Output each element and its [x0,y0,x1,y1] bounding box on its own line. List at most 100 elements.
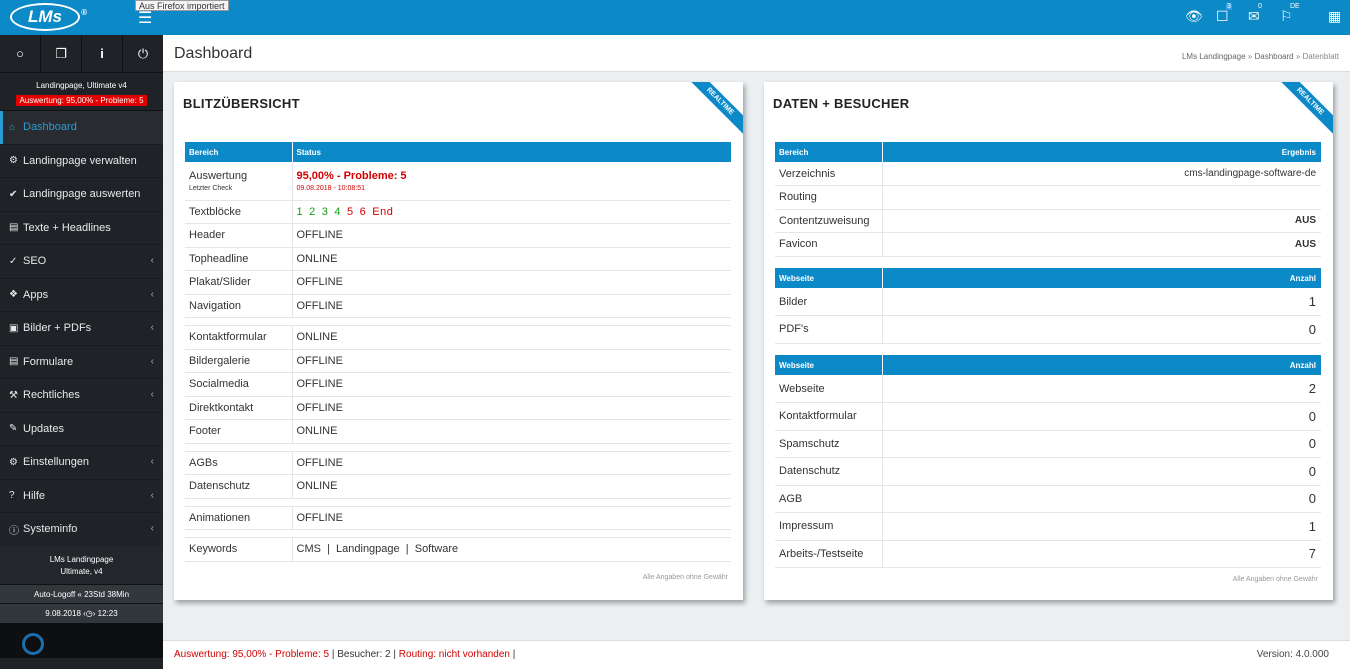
sidebar-item-bilder-pdfs[interactable]: ▣ Bilder + PDFs ‹ [0,312,163,346]
breadcrumb-dashboard[interactable]: Dashboard [1254,52,1293,61]
status-value: OFFLINE [292,270,731,295]
table-row: Footer ONLINE [185,419,731,444]
gear-icon: ⚙ [9,155,18,167]
sidebar-item-landingpage-verwalten[interactable]: ⚙ Landingpage verwalten [0,145,163,178]
table-row: Datenschutz ONLINE [185,474,731,499]
status-value: ONLINE [292,247,731,271]
chevron-left-icon: ‹ [150,322,154,333]
sidebar-item-label: Bilder + PDFs [23,322,92,335]
sidebar-item-einstellungen[interactable]: ⚙ Einstellungen ‹ [0,446,163,480]
table-row: Favicon AUS [775,232,1321,257]
clock-icon: ◷ [85,609,93,618]
sidebar-item-hilfe[interactable]: ? Hilfe ‹ [0,480,163,513]
document-icon: ▤ [9,222,19,234]
table-row: Auswertung Letzter Check 95,00% - Problem… [185,162,731,201]
footer-auswertung: Auswertung: 95,00% - Probleme: 5 [174,649,330,660]
result-value: AUS [882,232,1321,257]
status-value: ONLINE [292,419,731,444]
gears-icon: ⚙ [9,456,18,468]
chevron-left-icon: ‹ [150,389,154,400]
table-row: Bilder 1 [775,288,1321,316]
sidebar-item-formulare[interactable]: ▤ Formulare ‹ [0,346,163,379]
status-badge[interactable]: Auswertung: 95,00% - Probleme: 5 [16,95,147,106]
sidebar-item-label: Formulare [23,355,74,368]
textblock-link[interactable]: 4 [334,206,341,218]
column-header: Status [296,147,321,157]
sidebar-item-label: Landingpage auswerten [23,188,141,201]
version-label: Version: 4.0.000 [1256,649,1329,660]
footer-routing: Routing: nicht vorhanden [398,649,510,660]
wrench-icon: ✎ [9,423,18,435]
result-value: 0 [882,315,1321,344]
sidebar-item-label: Apps [23,288,49,301]
product-name: LMs Landingpage [49,555,114,564]
result-value: 0 [882,430,1321,458]
sidebar-item-label: Systeminfo [23,523,78,536]
blitzuebersicht-panel: BLITZÜBERSICHT REALTIME Bereich Status Au… [174,82,743,600]
disclaimer: Alle Angaben ohne Gewähr [1232,576,1318,583]
sidebar-item-label: Updates [23,422,64,435]
table-row: Socialmedia OFFLINE [185,372,731,397]
result-value: 0 [882,485,1321,513]
sidebar-item-seo[interactable]: ✓ SEO ‹ [0,245,163,279]
result-value: 0 [882,457,1321,486]
sidebar-item-label: Einstellungen [23,456,90,469]
brand-emblem [0,623,163,658]
power-icon[interactable]: ⏻ [123,35,163,72]
sidebar-item-updates[interactable]: ✎ Updates [0,413,163,446]
textblock-link[interactable]: 3 [322,206,329,218]
result-value: 7 [882,540,1321,568]
sidebar-item-rechtliches[interactable]: ⚒ Rechtliches ‹ [0,379,163,413]
check-icon: ✓ [9,255,18,267]
table-row: PDF's 0 [775,315,1321,344]
table-row: Navigation OFFLINE [185,294,731,318]
flag-icon[interactable]: ⚐ DE [1280,3,1300,25]
envelope-icon[interactable]: ✉ 0 [1248,3,1262,25]
info-icon[interactable]: i [82,35,123,72]
result-value: 1 [882,512,1321,541]
question-icon: ? [9,490,15,502]
status-value: ONLINE [292,474,731,499]
info-circle-icon: ⓘ [9,525,19,537]
panel-title: BLITZÜBERSICHT [183,96,300,111]
sidebar-item-dashboard[interactable]: ⌂ Dashboard [0,111,163,145]
realtime-ribbon: REALTIME [1273,82,1333,138]
status-value: OFFLINE [292,506,731,530]
textblock-link[interactable]: 1 [297,206,304,218]
status-value: OFFLINE [292,451,731,475]
form-icon: ▤ [9,356,19,368]
copy-icon[interactable]: ❐ [41,35,82,72]
result-value: 2 [882,375,1321,403]
app-logo[interactable]: LMs ® [10,3,87,31]
status-footer: Auswertung: 95,00% - Probleme: 5 | Besuc… [163,640,1350,669]
grid-icon[interactable]: ▦ [1328,8,1341,25]
table-row: Contentzuweisung AUS [775,209,1321,233]
menu-toggle-icon[interactable]: ☰ [138,8,152,28]
panel-title: DATEN + BESUCHER [773,96,910,111]
eye-icon[interactable]: 👁 [1185,8,1203,25]
chevron-left-icon: ‹ [150,288,154,300]
chevron-left-icon: ‹ [150,255,154,266]
textblock-link[interactable]: 6 [360,206,367,218]
breadcrumb-current: Datenblatt [1302,52,1339,61]
status-value: OFFLINE [292,223,731,248]
tasks-icon[interactable]: ☐ 3 [1216,3,1232,25]
textblock-link[interactable]: 2 [309,206,316,218]
sidebar-item-landingpage-auswerten[interactable]: ✔ Landingpage auswerten [0,178,163,212]
status-value: OFFLINE [292,349,731,373]
status-value: OFFLINE [292,294,731,318]
sidebar-item-texte-headlines[interactable]: ▤ Texte + Headlines [0,212,163,245]
breadcrumb-home[interactable]: LMs Landingpage [1182,52,1246,61]
textblock-link[interactable]: End [372,206,393,218]
status-value: OFFLINE [292,396,731,420]
power-ring-icon[interactable]: ○ [0,35,41,72]
sidebar-item-systeminfo[interactable]: ⓘ Systeminfo ‹ [0,513,163,547]
table-row: Spamschutz 0 [775,430,1321,458]
chevron-left-icon: ‹ [150,456,154,467]
table-row: Topheadline ONLINE [185,247,731,271]
result-value: 0 [882,402,1321,431]
column-header: Bereich [185,142,293,162]
textblock-link[interactable]: 5 [347,206,354,218]
image-count-table: Webseite Anzahl Bilder 1 PDF's 0 [775,268,1321,344]
sidebar-item-apps[interactable]: ❖ Apps ‹ [0,279,163,312]
